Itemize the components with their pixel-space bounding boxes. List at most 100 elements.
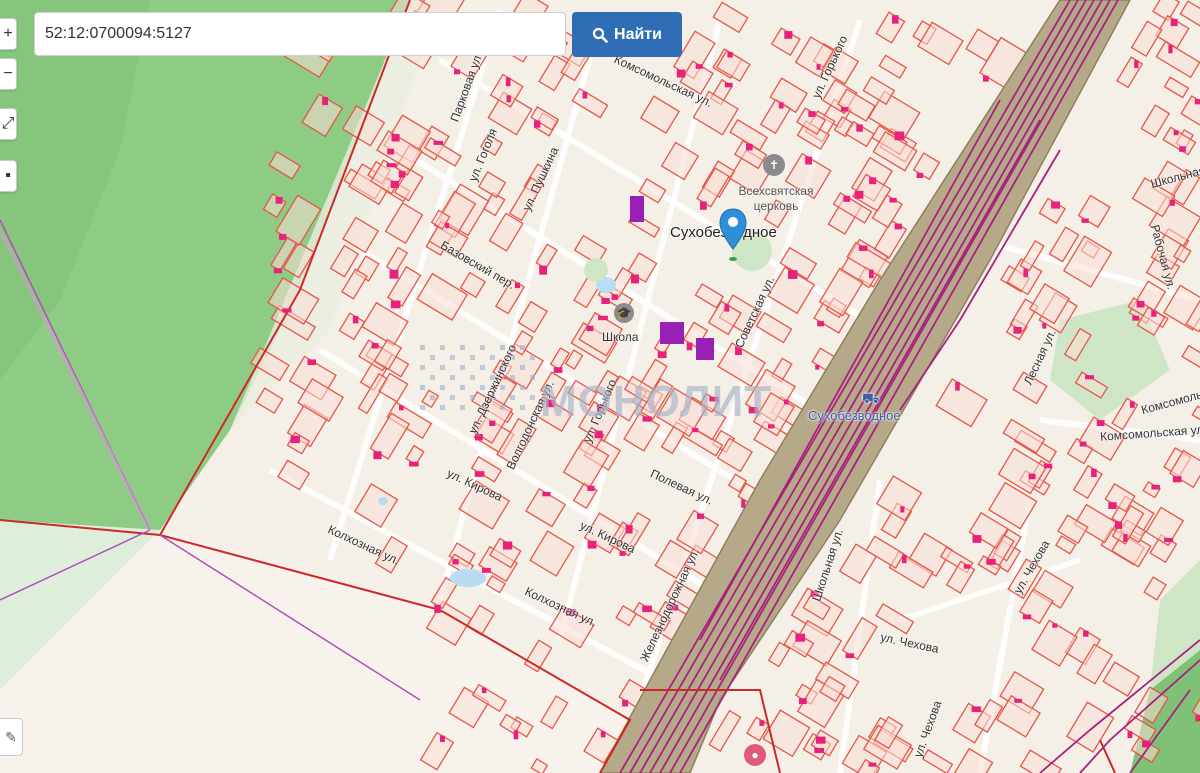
watermark-logo-cell (530, 375, 535, 380)
building (598, 315, 608, 321)
building (1169, 199, 1175, 206)
building (505, 77, 511, 87)
cadastral-search-field[interactable] (34, 12, 566, 56)
building (1081, 218, 1089, 223)
search-button-label: Найти (614, 25, 662, 43)
building (894, 131, 905, 141)
building (481, 687, 487, 694)
watermark-logo-cell (470, 395, 475, 400)
search-button[interactable]: Найти (572, 12, 682, 57)
search-input[interactable] (35, 13, 565, 55)
building (858, 245, 868, 251)
layers-button[interactable]: ▪ (0, 160, 17, 192)
watermark-logo-cell (460, 405, 465, 410)
building (1170, 18, 1178, 27)
building (542, 491, 551, 497)
building (1142, 740, 1151, 748)
building (1051, 201, 1060, 209)
building (1136, 301, 1145, 308)
watermark-logo-cell (430, 395, 435, 400)
zoom-in-button[interactable]: + (0, 18, 17, 50)
building (1130, 401, 1135, 408)
watermark-logo-cell (440, 385, 445, 390)
building (322, 97, 328, 106)
building (1194, 99, 1200, 105)
building (784, 31, 793, 39)
building (279, 234, 287, 240)
building (963, 564, 971, 569)
watermark-logo-cell (520, 365, 525, 370)
layers-icon: ▪ (5, 167, 11, 184)
building (724, 304, 730, 312)
building (1115, 521, 1122, 529)
building (808, 111, 816, 117)
building (982, 75, 989, 82)
measure-button[interactable]: ⤢ (0, 108, 17, 140)
building (489, 420, 496, 426)
building (506, 95, 511, 103)
church-icon[interactable]: ✝ (763, 154, 785, 176)
building (601, 298, 610, 304)
watermark-logo-cell (450, 375, 455, 380)
watermark-logo-cell (450, 355, 455, 360)
building (433, 140, 444, 145)
building (1127, 731, 1133, 739)
watermark-logo-cell (520, 405, 525, 410)
building (778, 102, 784, 109)
building (586, 325, 594, 332)
watermark-logo-cell (510, 375, 515, 380)
building (398, 171, 406, 178)
building (1091, 468, 1097, 478)
building (625, 525, 633, 534)
building (389, 269, 399, 279)
building (1151, 484, 1160, 490)
building (390, 300, 401, 309)
building (631, 274, 639, 284)
building (817, 321, 825, 327)
building (902, 554, 907, 564)
watermark-logo-cell (420, 345, 425, 350)
building (727, 52, 733, 58)
building (892, 15, 899, 24)
building (1044, 463, 1053, 469)
building (1085, 375, 1094, 380)
building (869, 177, 877, 185)
building (290, 435, 300, 444)
building (856, 124, 863, 132)
watermark-logo-cell (520, 385, 525, 390)
draw-button[interactable]: ✎ (0, 718, 23, 756)
building (1079, 441, 1087, 447)
poi-icon[interactable]: ● (744, 744, 766, 766)
watermark-logo-cell (460, 345, 465, 350)
building (869, 269, 874, 279)
building (1195, 714, 1200, 722)
train-station-icon[interactable]: ⛟ (862, 390, 880, 409)
building (1168, 44, 1173, 54)
building (434, 604, 441, 613)
building (273, 268, 282, 274)
building (1179, 146, 1186, 152)
building (894, 223, 902, 230)
building (1023, 268, 1029, 278)
school-icon[interactable]: 🎓 (614, 303, 634, 323)
building (1172, 476, 1182, 483)
watermark-logo-cell (420, 385, 425, 390)
building (387, 148, 395, 155)
building (695, 64, 703, 69)
building (642, 605, 652, 613)
draw-icon: ✎ (5, 728, 17, 745)
building (1134, 60, 1139, 69)
building (868, 762, 877, 767)
building (986, 558, 996, 565)
building (1164, 537, 1174, 543)
building (1096, 420, 1105, 426)
zoom-out-button[interactable]: − (0, 58, 17, 90)
search-icon (592, 27, 608, 43)
building (815, 364, 820, 370)
building (587, 485, 595, 491)
map-pin-icon[interactable] (718, 207, 748, 263)
building (1108, 502, 1117, 509)
building (676, 69, 686, 78)
building (1022, 614, 1032, 620)
building (553, 367, 563, 373)
